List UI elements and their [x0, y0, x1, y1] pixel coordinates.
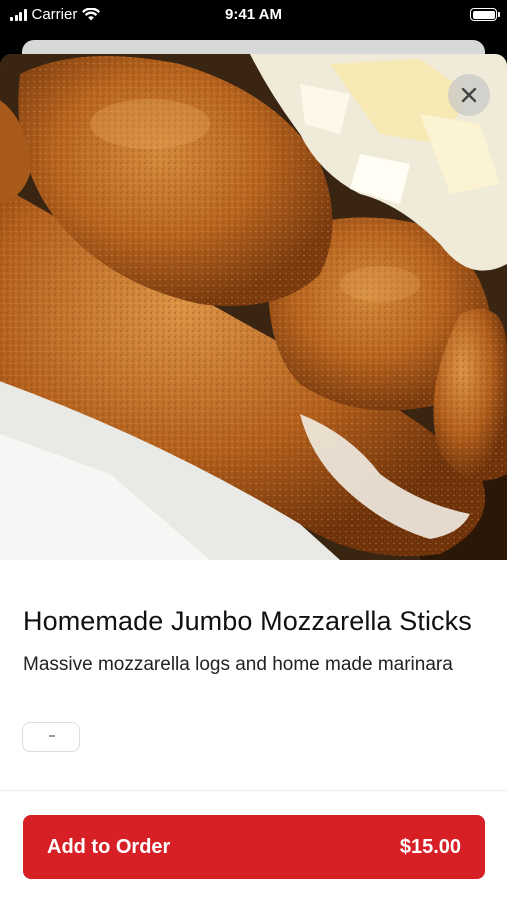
- add-to-order-button[interactable]: Add to Order $15.00: [23, 815, 485, 879]
- battery-icon: [470, 8, 500, 21]
- item-content: Homemade Jumbo Mozzarella Sticks Massive…: [0, 560, 507, 680]
- close-icon: [461, 87, 477, 103]
- close-button[interactable]: [448, 74, 490, 116]
- item-title: Homemade Jumbo Mozzarella Sticks: [23, 606, 472, 636]
- quantity-chip[interactable]: [22, 722, 80, 752]
- item-price: $15.00: [399, 835, 461, 858]
- status-bar: Carrier 9:41 AM: [0, 0, 507, 32]
- item-photo: [0, 54, 507, 560]
- item-description: Massive mozzarella logs and home made ma…: [23, 654, 453, 675]
- phone-screen: Carrier 9:41 AM Homemade Jumbo Mozzarell…: [0, 0, 507, 900]
- footer-bar: Add to Order $15.00: [0, 790, 507, 900]
- add-to-order-label: Add to Order: [47, 835, 171, 858]
- item-detail-modal: Homemade Jumbo Mozzarella Sticks Massive…: [0, 54, 507, 900]
- status-time: 9:41 AM: [225, 6, 282, 23]
